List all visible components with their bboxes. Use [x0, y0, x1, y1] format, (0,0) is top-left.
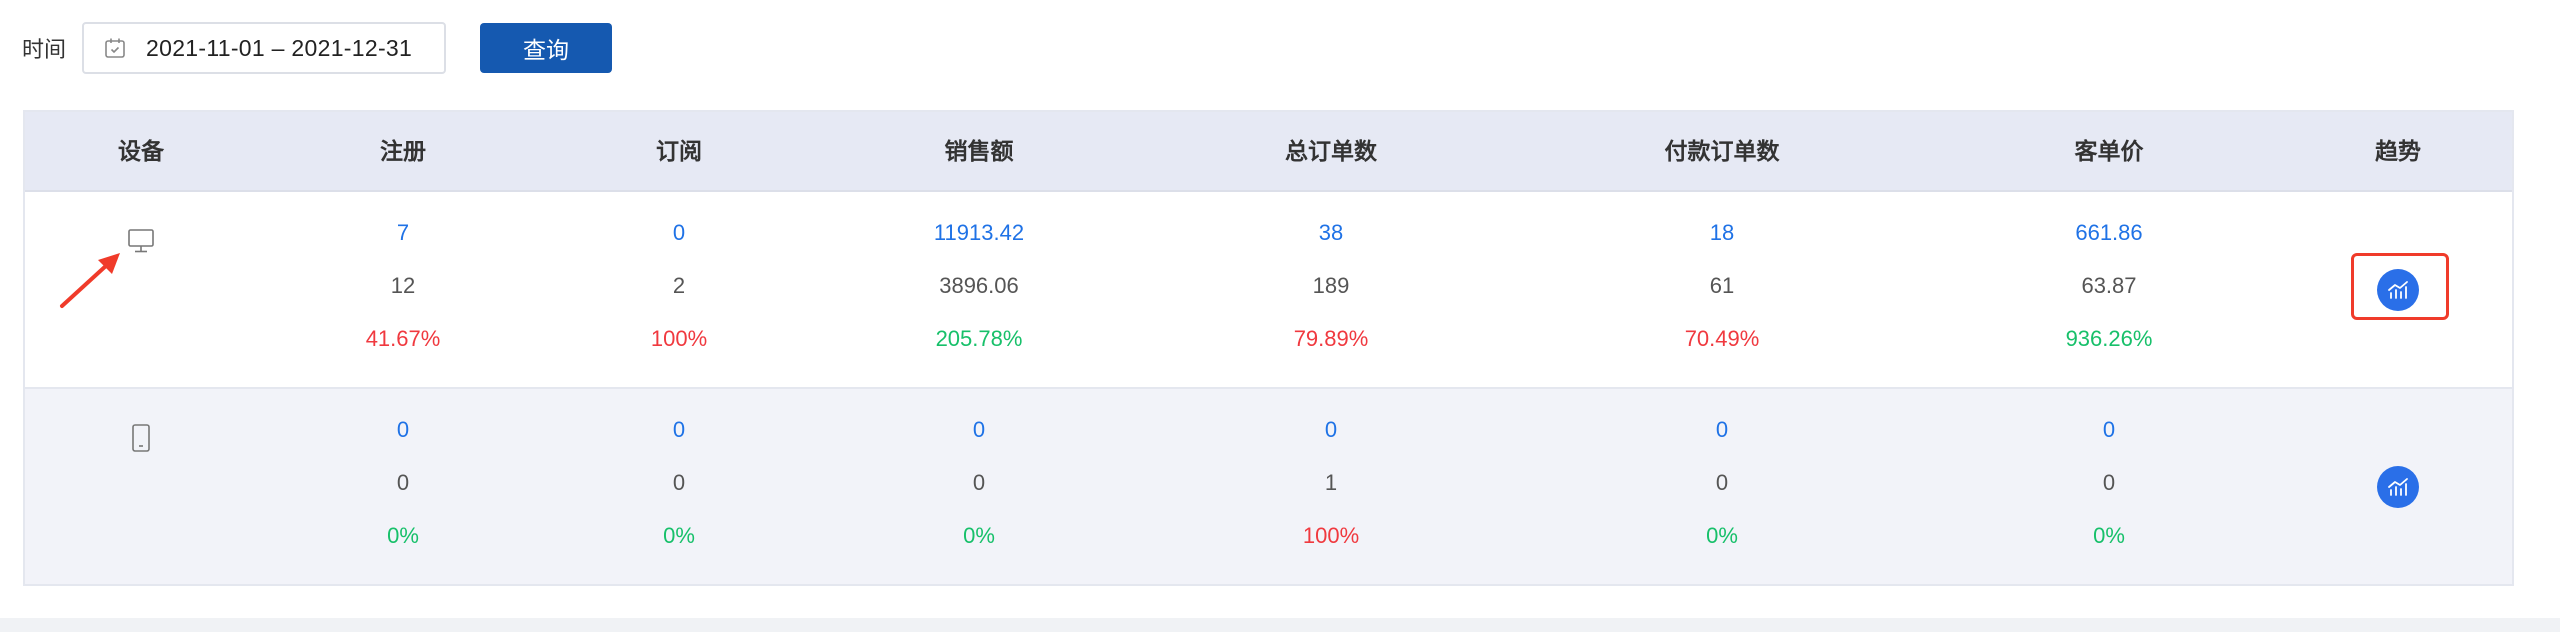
date-range-picker[interactable]: 2021-11-01 – 2021-12-31: [82, 22, 447, 74]
change-rate: 0%: [963, 523, 995, 548]
previous-value: 61: [1709, 273, 1735, 298]
previous-value: 1: [1324, 470, 1338, 495]
header-register: 注册: [380, 138, 426, 164]
cell-sales: 11913.42 3896.06 205.78%: [934, 206, 1024, 365]
table-row-pc: 7 12 41.67% 0 2 100% 11913.42 3896.06 20…: [25, 192, 2512, 389]
previous-value: 63.87: [2081, 273, 2137, 298]
date-range-value: 2021-11-01 – 2021-12-31: [146, 34, 413, 61]
cell-paid-orders: 18 61 70.49%: [1685, 206, 1760, 365]
header-avg-order-value: 客单价: [2074, 138, 2144, 164]
cell-paid-orders: 0 0 0%: [1706, 403, 1738, 562]
previous-value: 12: [390, 273, 416, 298]
cell-total-orders: 38 189 79.89%: [1294, 206, 1369, 365]
current-value[interactable]: 0: [1706, 403, 1738, 456]
cell-register: 0 0 0%: [387, 403, 419, 562]
change-rate: 0%: [1706, 523, 1738, 548]
change-rate: 41.67%: [365, 326, 441, 351]
previous-value: 0: [2102, 470, 2116, 495]
change-rate: 79.89%: [1293, 326, 1369, 351]
current-value[interactable]: 661.86: [2066, 206, 2153, 259]
cell-subscribe: 0 2 100%: [651, 206, 707, 365]
header-subscribe: 订阅: [656, 138, 702, 164]
header-total-orders: 总订单数: [1285, 138, 1377, 164]
change-rate: 100%: [1302, 523, 1360, 548]
current-value[interactable]: 38: [1294, 206, 1369, 259]
cell-avg-order-value: 0 0 0%: [2093, 403, 2125, 562]
current-value[interactable]: 0: [651, 206, 707, 259]
header-device: 设备: [118, 138, 164, 164]
cell-total-orders: 0 1 100%: [1303, 403, 1359, 562]
previous-value: 189: [1312, 273, 1350, 298]
monitor-icon: [127, 228, 155, 254]
header-sales: 销售额: [944, 138, 1014, 164]
change-rate: 70.49%: [1684, 326, 1760, 351]
cell-register: 7 12 41.67%: [366, 206, 441, 365]
cell-avg-order-value: 661.86 63.87 936.26%: [2066, 206, 2153, 365]
header-trend: 趋势: [2375, 138, 2421, 164]
current-value[interactable]: 0: [387, 403, 419, 456]
filter-bar: 时间 2021-11-01 – 2021-12-31 查询: [22, 22, 613, 74]
current-value[interactable]: 7: [366, 206, 441, 259]
change-rate: 0%: [387, 523, 419, 548]
table-row-mobile: 0 0 0% 0 0 0% 0 0 0% 0 1 100% 0 0 0% 0 0…: [25, 389, 2512, 584]
calendar-icon: [102, 35, 128, 61]
previous-value: 0: [672, 470, 686, 495]
previous-value: 0: [972, 470, 986, 495]
previous-value: 3896.06: [939, 273, 1019, 298]
current-value[interactable]: 11913.42: [934, 206, 1024, 259]
mobile-phone-icon: [130, 423, 152, 453]
change-rate: 100%: [650, 326, 708, 351]
table-header: 设备 注册 订阅 销售额 总订单数 付款订单数 客单价 趋势: [25, 112, 2512, 192]
previous-value: 2: [672, 273, 686, 298]
report-panel: 时间 2021-11-01 – 2021-12-31 查询 设备 注册 订阅 销…: [0, 0, 2560, 618]
current-value[interactable]: 0: [1303, 403, 1359, 456]
trend-button[interactable]: [2377, 466, 2419, 508]
cell-sales: 0 0 0%: [963, 403, 995, 562]
change-rate: 0%: [663, 523, 695, 548]
trend-chart-icon: [2386, 279, 2410, 301]
previous-value: 0: [1715, 470, 1729, 495]
change-rate: 0%: [2093, 523, 2125, 548]
change-rate: 205.78%: [935, 326, 1023, 351]
trend-button[interactable]: [2377, 269, 2419, 311]
cell-subscribe: 0 0 0%: [663, 403, 695, 562]
time-label: 时间: [22, 37, 67, 62]
query-button[interactable]: 查询: [480, 23, 613, 73]
current-value[interactable]: 0: [663, 403, 695, 456]
trend-chart-icon: [2386, 476, 2410, 498]
current-value[interactable]: 18: [1685, 206, 1760, 259]
current-value[interactable]: 0: [963, 403, 995, 456]
previous-value: 0: [396, 470, 410, 495]
stats-table: 设备 注册 订阅 销售额 总订单数 付款订单数 客单价 趋势 7 12 41.6…: [23, 110, 2514, 586]
header-paid-orders: 付款订单数: [1664, 138, 1780, 164]
change-rate: 936.26%: [2065, 326, 2153, 351]
current-value[interactable]: 0: [2093, 403, 2125, 456]
